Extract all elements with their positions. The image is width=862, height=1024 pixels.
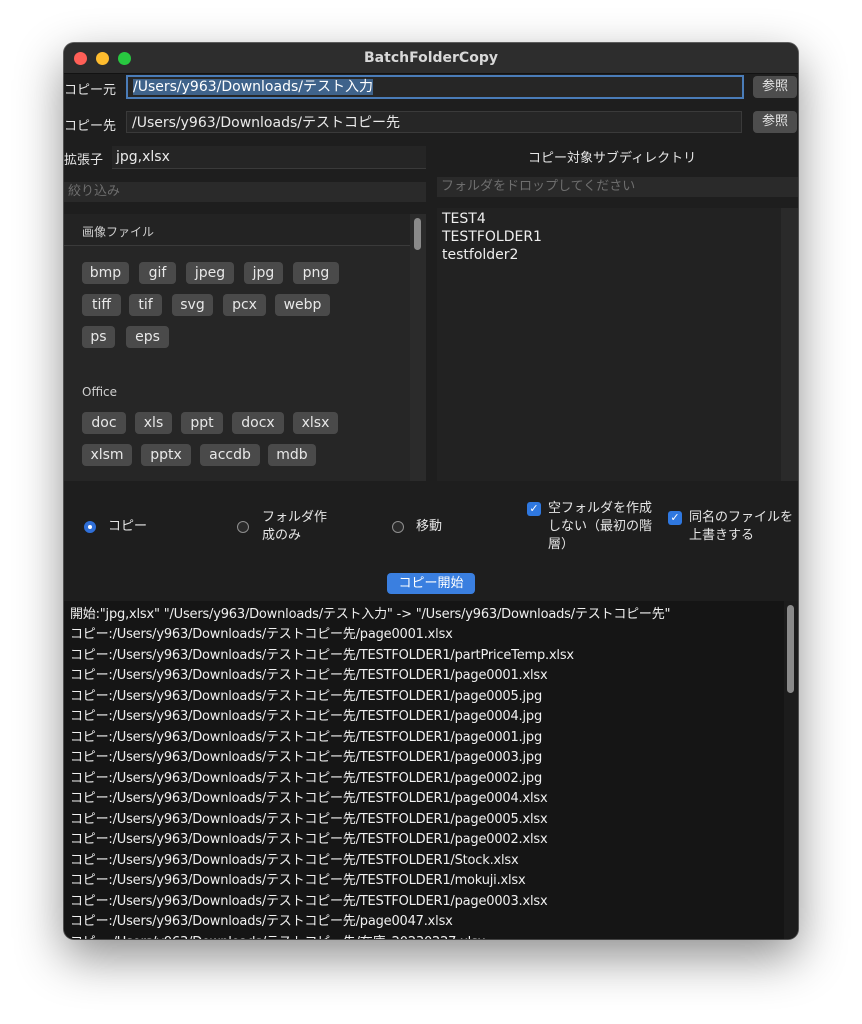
log-line: コピー:/Users/y963/Downloads/テストコピー先/TESTFO… — [70, 689, 542, 704]
mode-move-label: 移動 — [416, 519, 443, 534]
mode-folder-only-line1: フォルダ作 — [262, 510, 328, 525]
no-empty-folder-line1: 空フォルダを作成 — [548, 501, 653, 516]
overwrite-label: 同名のファイルを 上書きする — [689, 509, 793, 545]
log-line: コピー:/Users/y963/Downloads/テストコピー先/TESTFO… — [70, 894, 548, 909]
log-line: コピー:/Users/y963/Downloads/テストコピー先/TESTFO… — [70, 648, 574, 663]
mode-move-radio[interactable] — [392, 521, 404, 533]
source-path-input[interactable]: /Users/y963/Downloads/テスト入力 — [126, 75, 744, 99]
overwrite-line2: 上書きする — [689, 528, 755, 543]
log-line: コピー:/Users/y963/Downloads/テストコピー先/TESTFO… — [70, 791, 548, 806]
mode-folder-only-label: フォルダ作 成のみ — [262, 509, 327, 545]
start-copy-button[interactable]: コピー開始 — [387, 573, 475, 594]
log-line: コピー:/Users/y963/Downloads/テストコピー先/page00… — [70, 627, 453, 642]
ext-chip-svg[interactable]: svg — [172, 294, 213, 316]
no-empty-folder-line2: しない（最初の階 — [548, 519, 653, 534]
subdirs-title: コピー対象サブディレクトリ — [528, 151, 697, 166]
destination-browse-button[interactable]: 参照 — [753, 111, 797, 133]
ext-chip-bmp[interactable]: bmp — [82, 262, 129, 284]
filter-input[interactable]: 絞り込み — [64, 182, 426, 202]
log-line: コピー:/Users/y963/Downloads/テストコピー先/TESTFO… — [70, 812, 548, 827]
source-path-text: /Users/y963/Downloads/テスト入力 — [133, 79, 373, 95]
no-empty-folder-checkbox[interactable]: ✓ — [527, 502, 541, 516]
office-category-title: Office — [82, 385, 118, 399]
ext-chip-xls[interactable]: xls — [135, 412, 172, 434]
log-line: コピー:/Users/y963/Downloads/テストコピー先/TESTFO… — [70, 709, 542, 724]
destination-path-input[interactable]: /Users/y963/Downloads/テストコピー先 — [126, 111, 742, 133]
app-window: BatchFolderCopy コピー元 /Users/y963/Downloa… — [64, 43, 798, 939]
ext-chip-mdb[interactable]: mdb — [268, 444, 316, 466]
ext-chip-doc[interactable]: doc — [82, 412, 126, 434]
mode-folder-only-line2: 成のみ — [262, 528, 302, 543]
log-line: コピー:/Users/y963/Downloads/テストコピー先/TESTFO… — [70, 771, 542, 786]
extension-label: 拡張子 — [64, 153, 104, 168]
ext-chip-ps[interactable]: ps — [82, 326, 115, 348]
destination-label: コピー先 — [64, 119, 117, 134]
extension-input[interactable]: jpg,xlsx — [112, 146, 426, 169]
no-empty-folder-label: 空フォルダを作成 しない（最初の階 層） — [548, 500, 652, 554]
ext-chip-accdb[interactable]: accdb — [200, 444, 260, 466]
ext-chip-png[interactable]: png — [293, 262, 339, 284]
log-line: コピー:/Users/y963/Downloads/テストコピー先/TESTFO… — [70, 750, 542, 765]
source-label: コピー元 — [64, 83, 117, 98]
ext-chip-tiff[interactable]: tiff — [82, 294, 121, 316]
subdir-scrollbar-track[interactable] — [781, 208, 798, 481]
subdir-list: TEST4 TESTFOLDER1 testfolder2 — [437, 208, 798, 481]
image-category-title: 画像ファイル — [82, 225, 155, 239]
log-line: コピー:/Users/y963/Downloads/テストコピー先/TESTFO… — [70, 832, 548, 847]
log-output[interactable]: 開始:"jpg,xlsx" "/Users/y963/Downloads/テスト… — [64, 601, 798, 939]
subdir-item[interactable]: TEST4 — [442, 211, 486, 227]
ext-chip-pcx[interactable]: pcx — [223, 294, 266, 316]
mode-folder-only-radio[interactable] — [237, 521, 249, 533]
ext-chip-pptx[interactable]: pptx — [141, 444, 191, 466]
log-scrollbar-track[interactable] — [784, 601, 798, 939]
ext-chip-ppt[interactable]: ppt — [181, 412, 223, 434]
title-bar: BatchFolderCopy — [64, 43, 798, 74]
log-line: コピー:/Users/y963/Downloads/テストコピー先/在庫_202… — [70, 931, 485, 939]
subdir-item[interactable]: testfolder2 — [442, 247, 518, 263]
category-scrollbar-thumb[interactable] — [414, 218, 421, 250]
overwrite-checkbox[interactable]: ✓ — [668, 511, 682, 525]
folder-drop-zone[interactable]: フォルダをドロップしてください — [437, 177, 798, 197]
log-line: コピー:/Users/y963/Downloads/テストコピー先/TESTFO… — [70, 668, 548, 683]
log-line: 開始:"jpg,xlsx" "/Users/y963/Downloads/テスト… — [70, 607, 671, 622]
ext-chip-gif[interactable]: gif — [139, 262, 176, 284]
no-empty-folder-line3: 層） — [548, 537, 575, 552]
ext-chip-jpg[interactable]: jpg — [244, 262, 283, 284]
mode-copy-label: コピー — [108, 519, 148, 534]
ext-chip-jpeg[interactable]: jpeg — [186, 262, 234, 284]
log-line: コピー:/Users/y963/Downloads/テストコピー先/TESTFO… — [70, 853, 519, 868]
ext-chip-eps[interactable]: eps — [126, 326, 169, 348]
log-line: コピー:/Users/y963/Downloads/テストコピー先/TESTFO… — [70, 873, 526, 888]
log-scrollbar-thumb[interactable] — [787, 605, 794, 693]
ext-chip-webp[interactable]: webp — [275, 294, 330, 316]
extension-category-panel: 画像ファイル bmp gif jpeg jpg png tiff tif svg… — [64, 214, 410, 481]
category-scrollbar-track[interactable] — [410, 214, 426, 481]
ext-chip-tif[interactable]: tif — [129, 294, 162, 316]
source-browse-button[interactable]: 参照 — [753, 76, 797, 98]
log-line: コピー:/Users/y963/Downloads/テストコピー先/TESTFO… — [70, 730, 542, 745]
log-line: コピー:/Users/y963/Downloads/テストコピー先/page00… — [70, 914, 453, 929]
window-title: BatchFolderCopy — [364, 50, 498, 66]
subdir-item[interactable]: TESTFOLDER1 — [442, 229, 542, 245]
ext-chip-xlsm[interactable]: xlsm — [82, 444, 132, 466]
mode-copy-radio[interactable] — [84, 521, 96, 533]
ext-chip-docx[interactable]: docx — [232, 412, 284, 434]
overwrite-line1: 同名のファイルを — [689, 510, 794, 525]
ext-chip-xlsx[interactable]: xlsx — [293, 412, 338, 434]
